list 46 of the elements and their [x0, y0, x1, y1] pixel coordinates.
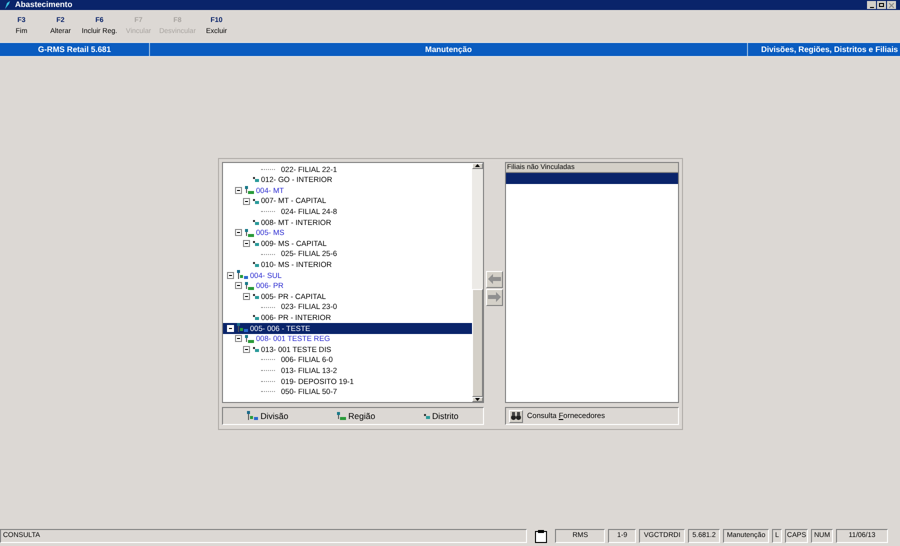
node-icon [253, 177, 259, 182]
screen-label: Divisões, Regiões, Distritos e Filiais [760, 44, 899, 56]
restore-button[interactable] [877, 1, 886, 9]
expander-icon[interactable] [235, 229, 242, 236]
expander-icon[interactable] [243, 240, 250, 247]
node-icon [253, 220, 259, 225]
arrow-left-icon [488, 274, 501, 284]
app-icon [4, 1, 11, 9]
expander-icon[interactable] [243, 292, 250, 300]
node-icon [253, 346, 259, 352]
close-icon [889, 2, 894, 8]
expander-icon[interactable] [235, 186, 242, 194]
scrollbar[interactable] [472, 163, 483, 402]
hierarchy-icon [337, 412, 346, 420]
move-right-button[interactable] [486, 288, 503, 306]
expander-icon[interactable] [243, 346, 250, 353]
expander-icon[interactable] [243, 198, 250, 205]
node-icon [253, 240, 259, 246]
mode-label: Manutenção [150, 43, 748, 56]
node-icon [253, 262, 259, 268]
add-node-button[interactable]: Divisão [247, 410, 288, 422]
add-node-button[interactable]: Distrito [424, 410, 459, 422]
add-node-button[interactable]: Região [337, 410, 376, 422]
node-icon [253, 294, 259, 299]
product-label: G-RMS Retail 5.681 [0, 43, 150, 56]
hierarchy-icon [237, 270, 248, 280]
expander-icon[interactable] [227, 272, 234, 279]
hierarchy-icon [247, 411, 258, 421]
arrow-right-icon [488, 292, 501, 302]
scroll-up-icon [475, 164, 480, 168]
hierarchy-icon [245, 228, 254, 237]
hierarchy-icon [245, 282, 254, 290]
node-icon [253, 198, 259, 204]
node-icon [253, 315, 259, 320]
expander-icon[interactable] [235, 282, 242, 290]
move-left-button[interactable] [486, 270, 503, 288]
hierarchy-icon [237, 323, 248, 334]
node-icon [424, 414, 430, 418]
binoculars-icon [509, 410, 523, 422]
minimize-button[interactable] [867, 1, 876, 9]
hierarchy-icon [245, 334, 254, 343]
hierarchy-icon [245, 186, 254, 194]
window-title: Abastecimento [15, 1, 72, 9]
clipboard-icon [535, 530, 548, 542]
expander-icon[interactable] [235, 335, 242, 342]
scroll-thumb[interactable] [472, 288, 483, 396]
